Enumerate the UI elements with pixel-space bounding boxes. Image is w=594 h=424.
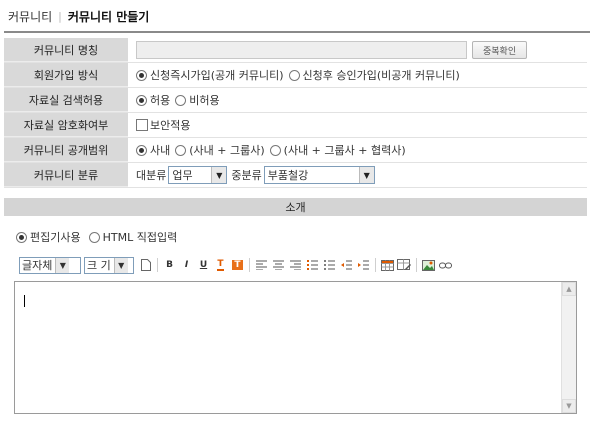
highlight-color-icon[interactable]: T — [229, 257, 246, 273]
search-deny-option[interactable]: 비허용 — [175, 92, 220, 108]
search-allow-option[interactable]: 허용 — [136, 92, 170, 108]
editor-toolbar: 글자체 ▼ 크 기 ▼ B I U T T — [19, 256, 454, 274]
toolbar-divider — [157, 258, 158, 272]
editor-mode-html[interactable]: HTML 직접입력 — [88, 229, 177, 245]
community-form: 커뮤니티 명칭 중복확인 회원가입 방식 신청즉시가입(공개 커뮤니티) 신청후… — [4, 38, 587, 188]
unordered-list-icon[interactable] — [321, 257, 338, 273]
underline-icon[interactable]: U — [195, 257, 212, 273]
search-deny-radio[interactable] — [175, 94, 187, 106]
editor-mode-wysiwyg-radio[interactable] — [16, 231, 27, 243]
join-approval-option[interactable]: 신청후 승인가입(비공개 커뮤니티) — [288, 67, 460, 83]
join-open-radio[interactable] — [136, 69, 147, 81]
minor-category-label: 중분류 — [231, 169, 262, 182]
name-row: 커뮤니티 명칭 중복확인 — [4, 38, 587, 63]
scope-internal-radio[interactable] — [136, 144, 147, 156]
breadcrumb-root[interactable]: 커뮤니티 — [8, 8, 52, 25]
editor-mode-html-radio[interactable] — [88, 231, 100, 243]
breadcrumb-separator: | — [58, 9, 62, 23]
category-row: 커뮤니티 분류 대분류 업무 ▼ 중분류 부품철강 ▼ — [4, 163, 587, 188]
text-caret — [24, 295, 25, 307]
outdent-icon[interactable] — [338, 257, 355, 273]
font-color-icon[interactable]: T — [212, 257, 229, 273]
minor-category-select[interactable]: 부품철강 ▼ — [263, 166, 375, 184]
scope-partner-radio[interactable] — [269, 144, 281, 156]
breadcrumb: 커뮤니티 | 커뮤니티 만들기 — [8, 8, 149, 24]
align-right-icon[interactable] — [287, 257, 304, 273]
chevron-down-icon[interactable]: ▼ — [358, 167, 374, 183]
insert-image-icon[interactable] — [420, 257, 437, 273]
toolbar-divider — [416, 258, 417, 272]
bold-icon[interactable]: B — [161, 257, 178, 273]
name-label: 커뮤니티 명칭 — [4, 38, 128, 62]
duplicate-check-button[interactable]: 중복확인 — [472, 41, 528, 59]
align-center-icon[interactable] — [270, 257, 287, 273]
scope-label: 커뮤니티 공개범위 — [4, 138, 128, 162]
title-divider — [4, 31, 590, 33]
scope-partner-option[interactable]: (사내 + 그룹사 + 협력사) — [269, 142, 406, 158]
editor-scrollbar[interactable]: ▲ ▼ — [561, 282, 576, 413]
font-size-select[interactable]: 크 기 ▼ — [84, 256, 134, 274]
chevron-down-icon[interactable]: ▼ — [113, 257, 128, 273]
page-title: 커뮤니티 만들기 — [67, 9, 150, 24]
major-category-select[interactable]: 업무 ▼ — [168, 166, 228, 184]
category-label: 커뮤니티 분류 — [4, 163, 128, 187]
scroll-up-icon[interactable]: ▲ — [562, 282, 576, 296]
encrypt-checkbox[interactable] — [136, 119, 148, 131]
scope-internal-option[interactable]: 사내 — [136, 142, 170, 158]
community-name-input[interactable] — [136, 41, 467, 59]
encrypt-label: 자료실 암호화여부 — [4, 113, 128, 137]
italic-icon[interactable]: I — [178, 257, 195, 273]
search-label: 자료실 검색허용 — [4, 88, 128, 112]
encrypt-option[interactable]: 보안적용 — [136, 117, 190, 133]
align-left-icon[interactable] — [253, 257, 270, 273]
join-open-option[interactable]: 신청즉시가입(공개 커뮤니티) — [136, 67, 284, 83]
table-edit-icon[interactable] — [396, 257, 413, 273]
insert-link-icon[interactable] — [437, 257, 454, 273]
intro-section-header: 소개 — [4, 198, 587, 216]
join-method-row: 회원가입 방식 신청즉시가입(공개 커뮤니티) 신청후 승인가입(비공개 커뮤니… — [4, 63, 587, 88]
indent-icon[interactable] — [355, 257, 372, 273]
editor-mode-switch: 편집기사용 HTML 직접입력 — [16, 229, 185, 245]
chevron-down-icon[interactable]: ▼ — [55, 257, 70, 273]
scope-row: 커뮤니티 공개범위 사내 (사내 + 그룹사) (사내 + 그룹사 + 협력사) — [4, 138, 587, 163]
major-category-label: 대분류 — [136, 169, 167, 182]
intro-editor[interactable]: ▲ ▼ — [14, 281, 577, 414]
new-document-icon[interactable] — [137, 257, 154, 273]
toolbar-divider — [249, 258, 250, 272]
ordered-list-icon[interactable] — [304, 257, 321, 273]
scroll-down-icon[interactable]: ▼ — [562, 399, 576, 413]
chevron-down-icon[interactable]: ▼ — [211, 167, 227, 183]
join-method-label: 회원가입 방식 — [4, 63, 128, 87]
editor-mode-wysiwyg[interactable]: 편집기사용 — [16, 229, 81, 245]
font-family-select[interactable]: 글자체 ▼ — [19, 256, 81, 274]
search-row: 자료실 검색허용 허용 비허용 — [4, 88, 587, 113]
scope-group-radio[interactable] — [175, 144, 187, 156]
toolbar-divider — [375, 258, 376, 272]
table-icon[interactable] — [379, 257, 396, 273]
encrypt-row: 자료실 암호화여부 보안적용 — [4, 113, 587, 138]
search-allow-radio[interactable] — [136, 94, 147, 106]
join-approval-radio[interactable] — [288, 69, 300, 81]
scope-group-option[interactable]: (사내 + 그룹사) — [175, 142, 265, 158]
